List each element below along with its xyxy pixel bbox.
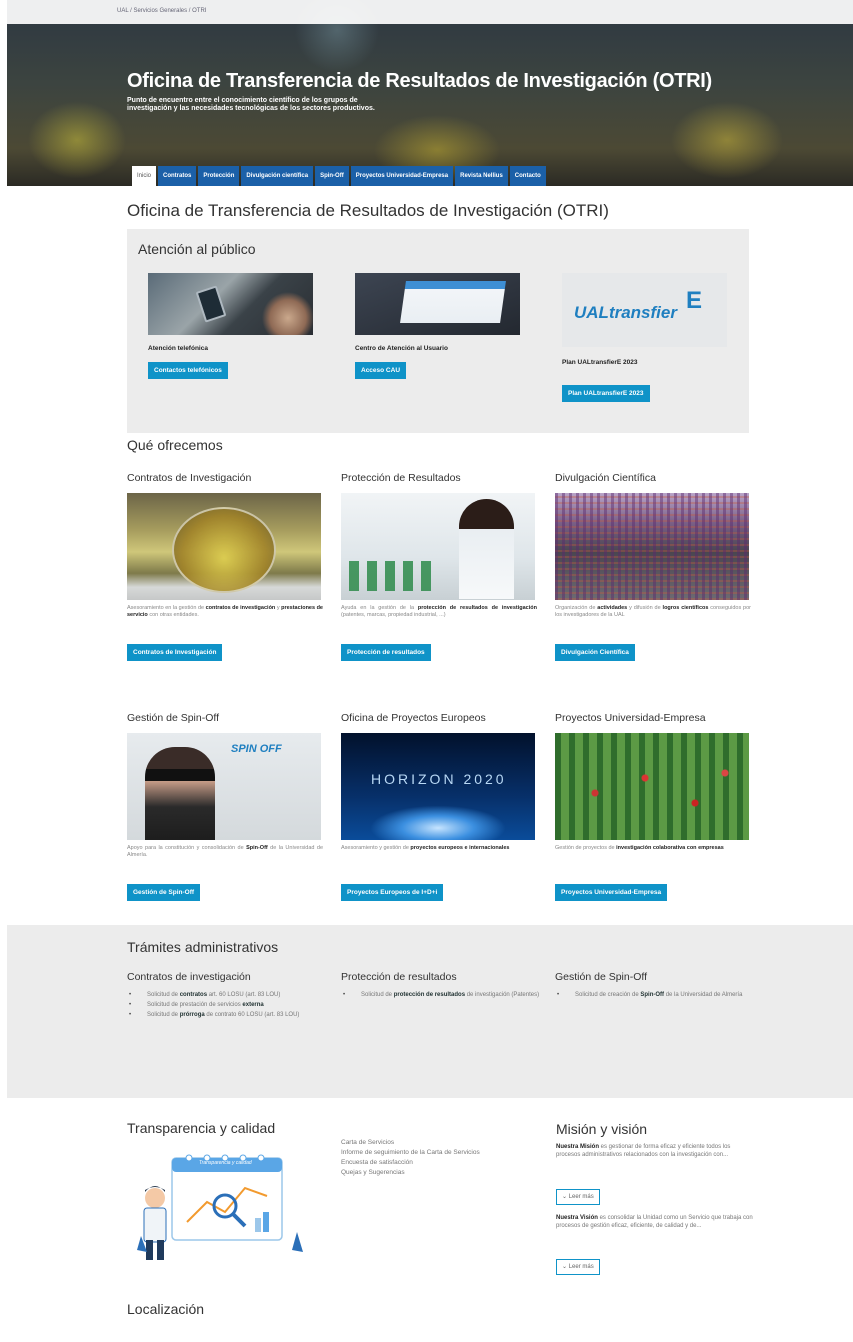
card-label: Centro de Atención al Usuario (355, 345, 448, 352)
service-description: Ayuda en la gestión de la protección de … (341, 605, 537, 618)
tab-revista-nellius[interactable]: Revista Nellius (455, 166, 508, 186)
list-item[interactable]: Solicitud de protección de resultados de… (341, 991, 541, 999)
card-label: Plan UALtransfierE 2023 (562, 359, 638, 366)
tramites-spin-off: Gestión de Spin-Off Solicitud de creació… (555, 971, 755, 1001)
service-universidad-empresa: Proyectos Universidad-Empresa Gestión de… (555, 712, 751, 901)
atencion-card-plan: UALtransfier E Plan UALtransfierE 2023 P… (562, 273, 732, 402)
tramites-contratos: Contratos de investigación Solicitud de … (127, 971, 327, 1021)
card-label: Atención telefónica (148, 345, 208, 352)
tramites-proteccion: Protección de resultados Solicitud de pr… (341, 971, 541, 1001)
acceso-cau-button[interactable]: Acceso CAU (355, 362, 407, 379)
tab-proteccion[interactable]: Protección (198, 166, 240, 186)
service-description: Gestión de proyectos de investigación co… (555, 845, 724, 851)
service-title: Oficina de Proyectos Europeos (341, 712, 486, 724)
logo-text: UALtransfier (574, 303, 677, 322)
tab-inicio[interactable]: Inicio (132, 166, 157, 186)
service-title: Proyectos Universidad-Empresa (555, 712, 706, 724)
hero-subtitle-line: investigación y las necesidades tecnológ… (127, 105, 375, 112)
list-item[interactable]: Solicitud de prórroga de contrato 60 LOS… (127, 1011, 327, 1019)
transparencia-links: Carta de Servicios Informe de seguimient… (341, 1139, 531, 1179)
hero-banner: UAL / Servicios Generales / OTRI Oficina… (7, 0, 853, 186)
transparencia-illustration: Transparencia y calidad (127, 1140, 317, 1270)
encuesta-satisfaccion-link[interactable]: Encuesta de satisfacción (341, 1159, 531, 1167)
tramites-title: Trámites administrativos (127, 939, 279, 955)
atencion-card-telefono: Atención telefónica Contactos telefónico… (148, 273, 318, 379)
service-divulgacion: Divulgación Científica Organización de a… (555, 472, 751, 661)
horizon-2020-image (341, 733, 535, 840)
breadcrumb[interactable]: UAL / Servicios Generales / OTRI (117, 8, 206, 14)
list-item[interactable]: Solicitud de creación de Spin-Off de la … (555, 991, 755, 999)
atencion-title: Atención al público (138, 241, 256, 257)
tramites-panel: Trámites administrativos Contratos de in… (7, 925, 853, 1098)
quejas-sugerencias-link[interactable]: Quejas y Sugerencias (341, 1169, 531, 1177)
service-description: Asesoramiento y gestión de proyectos eur… (341, 845, 510, 851)
mision-title: Misión y visión (556, 1121, 648, 1137)
hero-subtitle: Punto de encuentro entre el conocimiento… (127, 97, 457, 113)
gestion-spin-off-button[interactable]: Gestión de Spin-Off (127, 884, 201, 901)
atencion-card-cau: Centro de Atención al Usuario Acceso CAU (355, 273, 525, 379)
phone-photo (148, 273, 313, 335)
crowd-photo (555, 493, 749, 600)
ualtransfiere-logo: UALtransfier E (562, 273, 727, 347)
service-title: Contratos de Investigación (127, 472, 252, 484)
leer-mas-vision-button[interactable]: ⌄ Leer más (556, 1259, 600, 1275)
transparencia-title: Transparencia y calidad (127, 1120, 276, 1136)
laptop-photo (355, 273, 520, 335)
main-nav: Inicio Contratos Protección Divulgación … (132, 166, 546, 186)
service-title: Protección de Resultados (341, 472, 461, 484)
carta-servicios-link[interactable]: Carta de Servicios (341, 1139, 531, 1147)
service-description: Asesoramiento en la gestión de contratos… (127, 605, 323, 618)
contactos-telefonicos-button[interactable]: Contactos telefónicos (148, 362, 228, 379)
contratos-investigacion-button[interactable]: Contratos de Investigación (127, 644, 223, 661)
vision-text: Nuestra Visión es consolidar la Unidad c… (556, 1215, 753, 1229)
informe-seguimiento-link[interactable]: Informe de seguimiento de la Carta de Se… (341, 1149, 531, 1157)
list-item[interactable]: Solicitud de prestación de servicios ext… (127, 1001, 327, 1009)
tab-contratos[interactable]: Contratos (158, 166, 197, 186)
illustration-label: Transparencia y calidad (199, 1160, 252, 1166)
service-contratos: Contratos de Investigación Asesoramiento… (127, 472, 323, 661)
proyectos-universidad-empresa-button[interactable]: Proyectos Universidad-Empresa (555, 884, 668, 901)
tab-spin-off[interactable]: Spin-Off (315, 166, 349, 186)
tab-contacto[interactable]: Contacto (509, 166, 546, 186)
plan-ualtransfiere-button[interactable]: Plan UALtransfierE 2023 (562, 385, 650, 402)
flask-photo (127, 493, 321, 600)
service-title: Gestión de Spin-Off (127, 712, 220, 724)
hero-title: Oficina de Transferencia de Resultados d… (127, 70, 712, 92)
list-item[interactable]: Solicitud de contratos art. 60 LOSU (art… (127, 991, 327, 999)
vr-spinoff-photo (127, 733, 321, 840)
tramites-col-title: Protección de resultados (341, 971, 457, 983)
service-proyectos-europeos: Oficina de Proyectos Europeos Asesoramie… (341, 712, 537, 901)
hero-subtitle-line: Punto de encuentro entre el conocimiento… (127, 97, 358, 104)
service-title: Divulgación Científica (555, 472, 656, 484)
service-description: Organización de actividades y difusión d… (555, 605, 752, 618)
mision-text: Nuestra Misión es gestionar de forma efi… (556, 1144, 731, 1158)
proyectos-europeos-button[interactable]: Proyectos Europeos de I+D+i (341, 884, 444, 901)
tramites-col-title: Gestión de Spin-Off (555, 971, 648, 983)
tab-divulgacion[interactable]: Divulgación científica (241, 166, 314, 186)
ofrecemos-title: Qué ofrecemos (127, 437, 223, 453)
lab-photo (341, 493, 535, 600)
service-spin-off: Gestión de Spin-Off Apoyo para la consti… (127, 712, 323, 901)
divulgacion-cientifica-button[interactable]: Divulgación Científica (555, 644, 635, 661)
leer-mas-mision-button[interactable]: ⌄ Leer más (556, 1189, 600, 1205)
tab-universidad-empresa[interactable]: Proyectos Universidad-Empresa (350, 166, 454, 186)
service-proteccion: Protección de Resultados Ayuda en la ges… (341, 472, 537, 661)
logo-e: E (686, 287, 703, 314)
localizacion-title: Localización (127, 1301, 205, 1317)
proteccion-resultados-button[interactable]: Protección de resultados (341, 644, 431, 661)
greenhouse-photo (555, 733, 749, 840)
service-description: Apoyo para la constitución y consolidaci… (127, 845, 323, 858)
atencion-panel: Atención al público Atención telefónica … (127, 229, 749, 433)
tramites-col-title: Contratos de investigación (127, 971, 251, 983)
page-title: Oficina de Transferencia de Resultados d… (127, 201, 609, 220)
